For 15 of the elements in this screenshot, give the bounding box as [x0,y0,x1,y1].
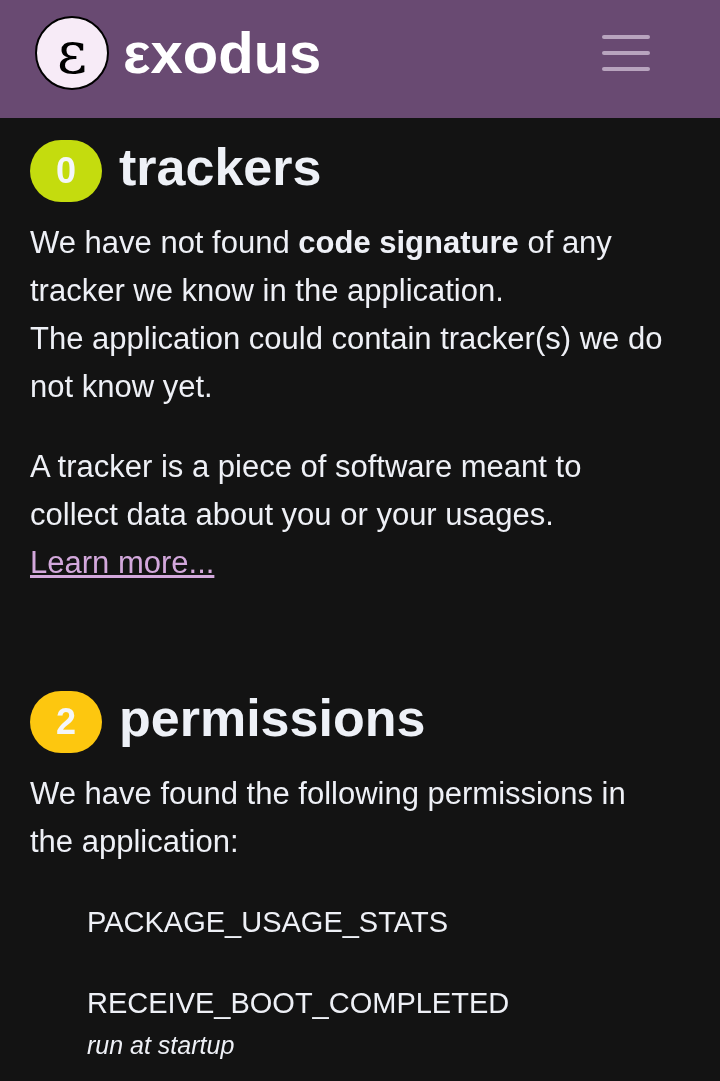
permission-name: RECEIVE_BOOT_COMPLETED [87,986,511,1021]
permission-name: PACKAGE_USAGE_STATS [87,905,449,940]
logo-mark: ε [35,16,109,90]
description-text: A tracker is a piece of software meant to collect data about you or your usages. Learn more... [30,448,583,582]
description-text: We have not found code signature of any tracker we know in the application. [30,224,613,310]
menu-icon [602,35,650,71]
section-heading: trackers [119,137,322,198]
count-badge: 0 [30,140,102,202]
learn-more-link[interactable]: Learn more... [30,545,215,580]
site-title[interactable]: εxodus [123,24,322,82]
description-text: We have found the following permissions in the application: [30,775,627,861]
count-badge: 2 [30,691,102,753]
description-text: The application could contain tracker(s) we do not know yet. [30,320,664,406]
permission-description: run at startup [87,1030,236,1061]
section-heading: permissions [119,688,426,749]
